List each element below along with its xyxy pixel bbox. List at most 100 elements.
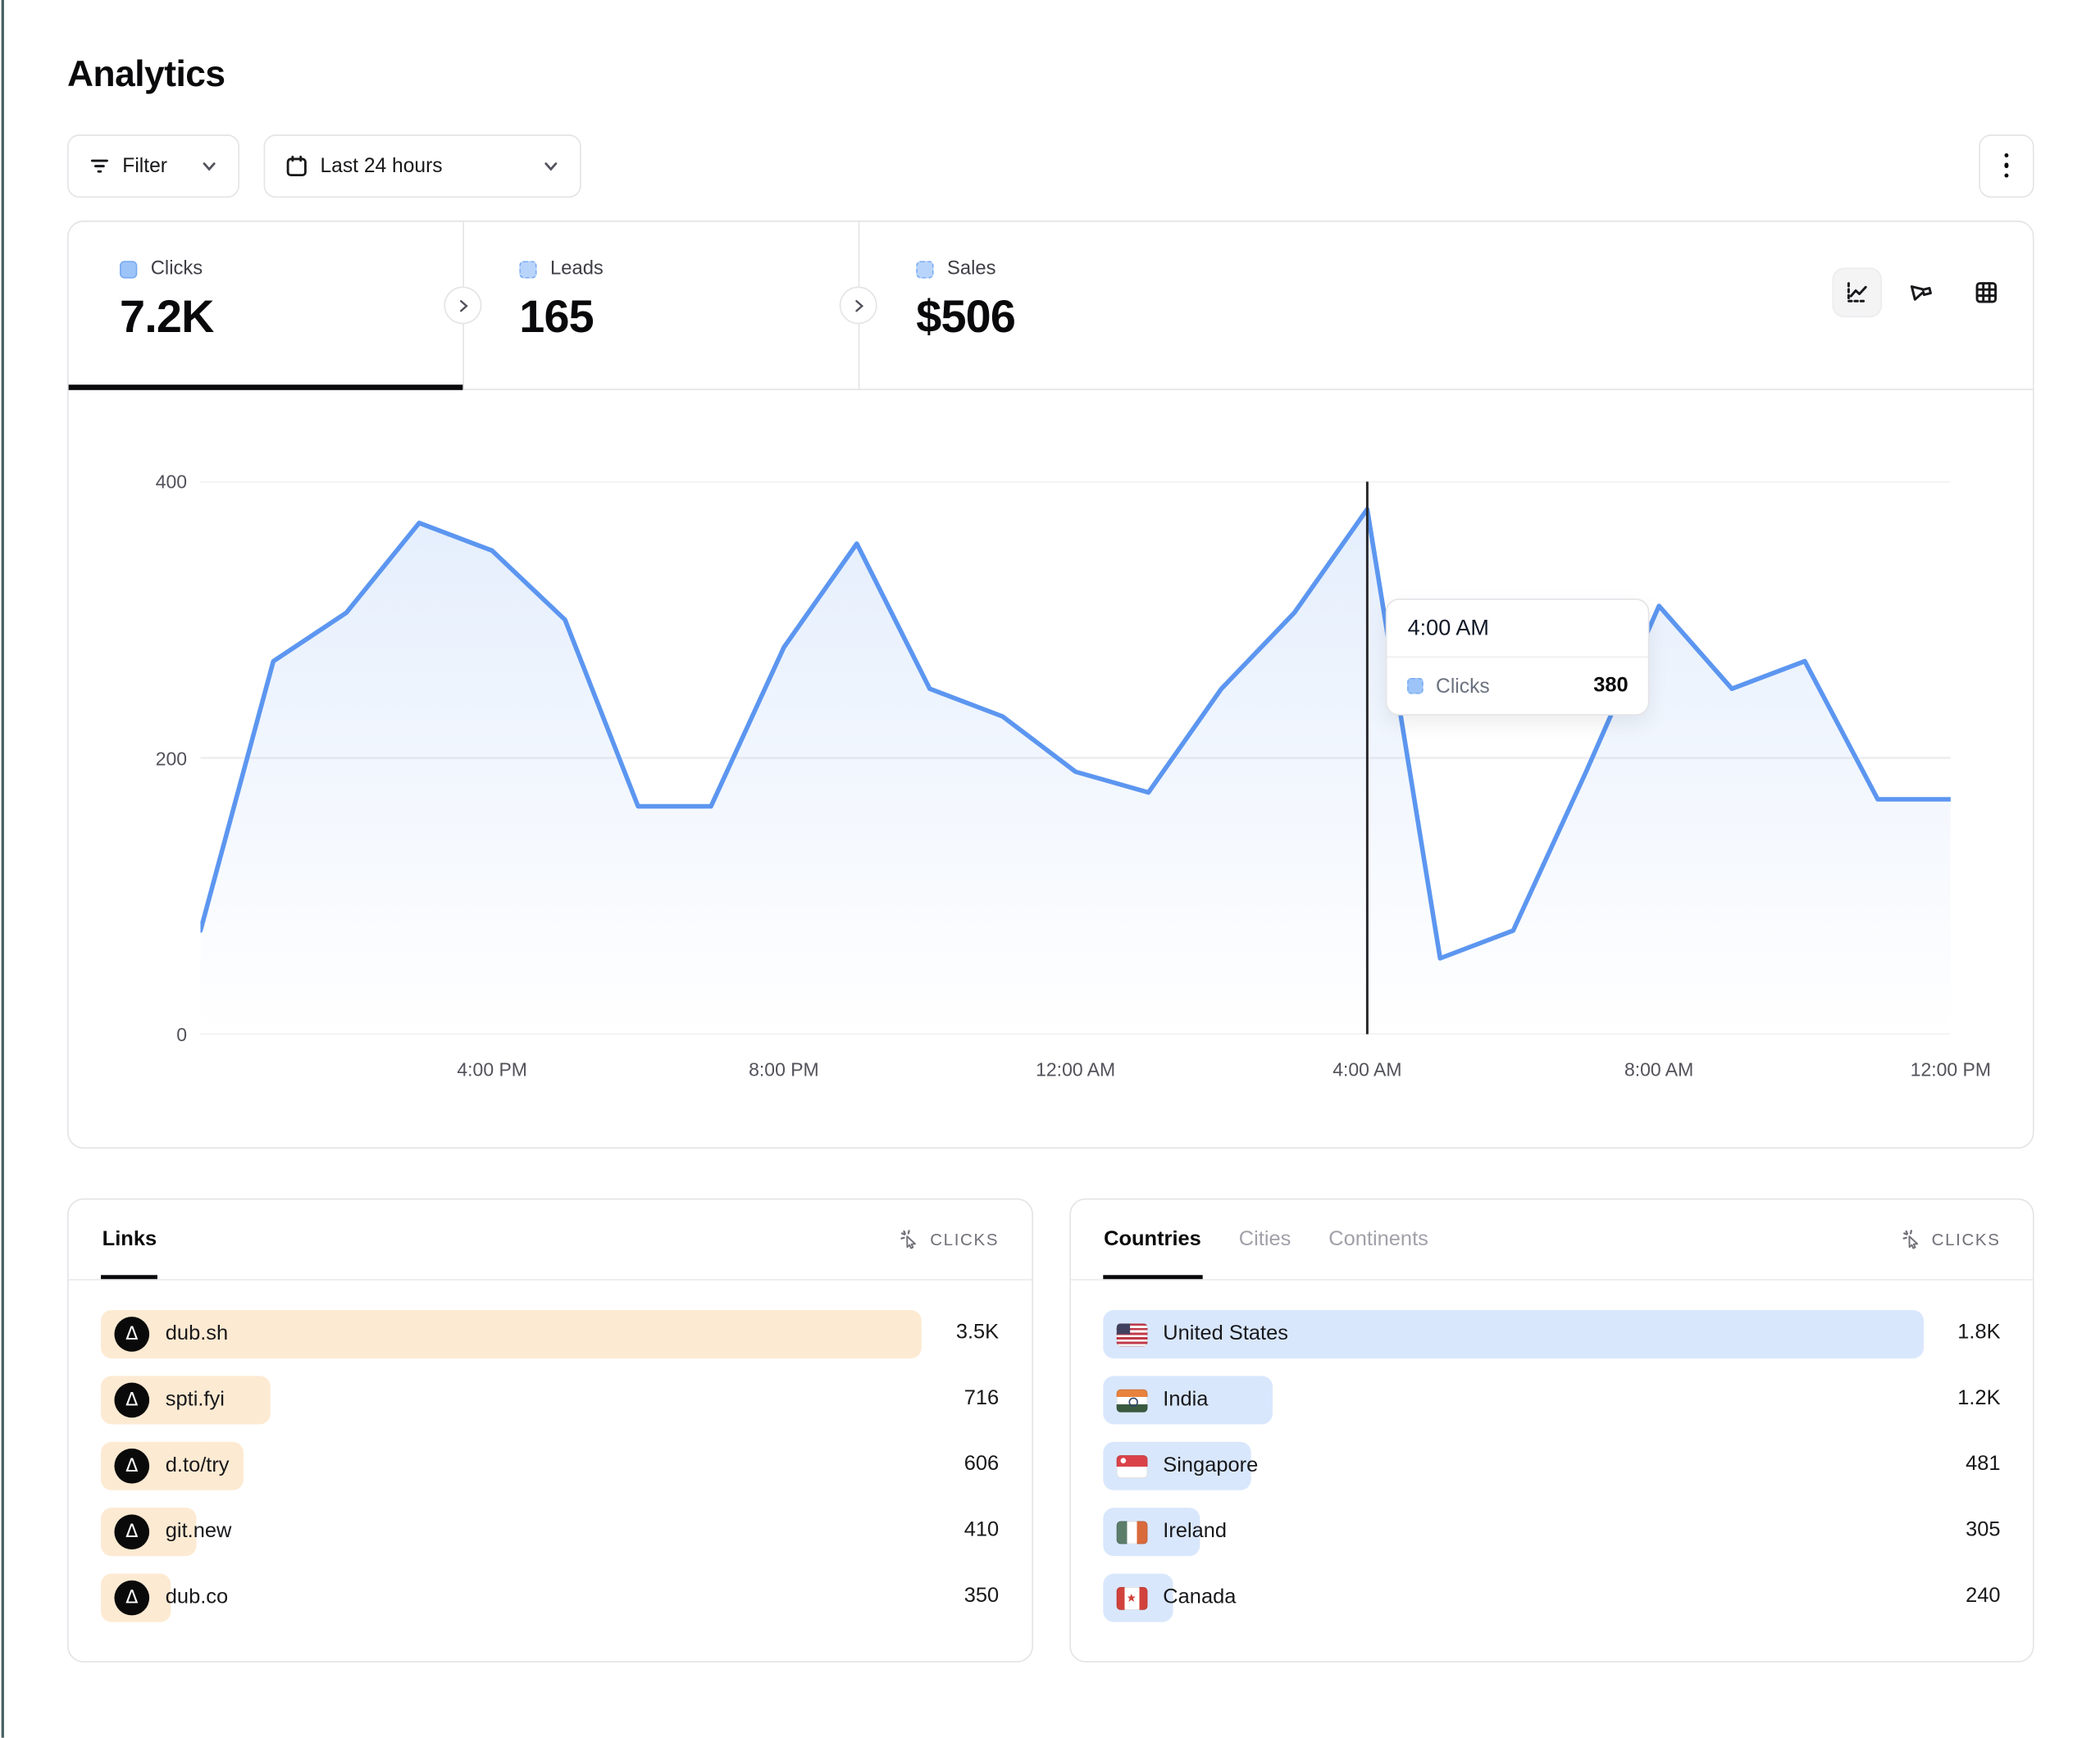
tab-links[interactable]: Links (101, 1199, 158, 1279)
list-item[interactable]: Δ dub.sh 3.5K (101, 1310, 999, 1376)
calendar-icon (285, 154, 308, 177)
tooltip-time: 4:00 AM (1387, 600, 1648, 658)
flag-ie-flag-icon (1116, 1521, 1147, 1544)
links-metric-header[interactable]: CLICKS (900, 1199, 999, 1279)
cursor-click-icon (900, 1230, 921, 1250)
y-axis-label: 400 (133, 471, 187, 492)
list-item[interactable]: Ireland 305 (1102, 1508, 2000, 1573)
stat-value: 165 (519, 292, 858, 344)
dub-logo-icon: Δ (114, 1383, 149, 1418)
analytics-page: Analytics Filter (0, 0, 2100, 1738)
table-view-toggle[interactable] (1961, 267, 2011, 317)
row-bar: Δ d.to/try (101, 1442, 244, 1490)
row-value: 716 (964, 1386, 999, 1411)
tab-continents[interactable]: Continents (1328, 1199, 1430, 1279)
list-item[interactable]: Δ dub.co 350 (101, 1574, 999, 1640)
flag-sg-flag-icon (1116, 1454, 1147, 1477)
x-axis-label: 4:00 AM (1332, 1058, 1401, 1080)
chevron-down-icon (542, 157, 559, 174)
dub-logo-icon: Δ (114, 1317, 149, 1352)
row-bar: Δ dub.sh (101, 1310, 922, 1358)
dub-logo-icon: Δ (114, 1581, 149, 1616)
chevron-down-icon (200, 157, 217, 174)
row-bar: United States (1102, 1310, 1923, 1358)
row-value: 481 (1966, 1453, 2000, 1477)
row-label: Singapore (1163, 1454, 1258, 1478)
x-axis-label: 12:00 PM (1911, 1058, 1991, 1080)
row-label: git.new (166, 1520, 232, 1545)
list-item[interactable]: Δ d.to/try 606 (101, 1442, 999, 1508)
row-label: India (1163, 1388, 1208, 1413)
tooltip-legend-square-icon (1408, 678, 1424, 694)
row-bar: Canada (1102, 1574, 1172, 1622)
date-range-button[interactable]: Last 24 hours (264, 134, 581, 197)
x-axis-label: 8:00 PM (749, 1058, 819, 1080)
row-value: 3.5K (956, 1321, 999, 1345)
stats-tabs: Clicks 7.2K Leads 165 Sales $ (69, 222, 2033, 390)
active-tab-underline (69, 384, 463, 390)
clicks-area-chart[interactable]: 0200400 4:00 PM8:00 PM12:00 AM4:00 AM8:0… (69, 390, 2033, 1149)
line-chart-view-toggle[interactable] (1832, 267, 1882, 317)
tooltip-series-label: Clicks (1436, 675, 1490, 698)
funnel-icon (1909, 280, 1934, 305)
row-bar: Δ spti.fyi (101, 1376, 271, 1424)
list-item[interactable]: Singapore 481 (1102, 1442, 2000, 1508)
list-item[interactable]: Δ git.new 410 (101, 1508, 999, 1573)
list-item[interactable]: Δ spti.fyi 716 (101, 1376, 999, 1441)
funnel-view-toggle[interactable] (1897, 267, 1947, 317)
stat-label: Leads (550, 258, 604, 280)
filter-button-label: Filter (122, 154, 167, 177)
row-value: 305 (1966, 1518, 2000, 1543)
filter-icon (89, 155, 110, 176)
chevron-right-icon (851, 298, 866, 312)
y-axis-label: 0 (133, 1023, 187, 1044)
flag-in-flag-icon (1116, 1389, 1147, 1412)
row-value: 1.8K (1957, 1321, 2000, 1345)
row-value: 606 (964, 1453, 999, 1477)
row-label: dub.sh (166, 1322, 228, 1347)
row-value: 350 (964, 1585, 999, 1609)
flag-ca-flag-icon (1116, 1586, 1147, 1609)
x-axis-label: 8:00 AM (1624, 1058, 1693, 1080)
x-axis-label: 12:00 AM (1036, 1058, 1115, 1080)
countries-card: Countries Cities Continents CLICKS (1068, 1199, 2034, 1663)
row-label: Ireland (1163, 1520, 1227, 1545)
list-item[interactable]: United States 1.8K (1102, 1310, 2000, 1376)
tab-cities[interactable]: Cities (1237, 1199, 1292, 1279)
dub-logo-icon: Δ (114, 1449, 149, 1484)
list-item[interactable]: Canada 240 (1102, 1574, 2000, 1640)
tab-countries[interactable]: Countries (1102, 1199, 1202, 1279)
leads-legend-square-icon (519, 260, 536, 277)
row-bar: Δ dub.co (101, 1574, 171, 1622)
row-label: d.to/try (166, 1454, 230, 1478)
tooltip-value: 380 (1593, 674, 1628, 698)
toolbar: Filter Last 24 hours (67, 133, 2034, 198)
stat-tab-clicks[interactable]: Clicks 7.2K (69, 222, 463, 389)
row-bar: Δ git.new (101, 1508, 196, 1556)
date-range-label: Last 24 hours (320, 154, 442, 177)
row-label: Canada (1163, 1586, 1236, 1610)
row-label: spti.fyi (166, 1388, 225, 1413)
row-bar: Ireland (1102, 1508, 1199, 1556)
analytics-card: Clicks 7.2K Leads 165 Sales $ (67, 221, 2034, 1149)
kebab-icon (2004, 153, 2009, 178)
expand-leads-button[interactable] (444, 286, 481, 324)
list-item[interactable]: India 1.2K (1102, 1376, 2000, 1441)
chart-view-toggles (1832, 267, 2011, 317)
countries-metric-header[interactable]: CLICKS (1902, 1199, 2001, 1279)
stat-tab-leads[interactable]: Leads 165 (462, 222, 858, 389)
row-bar: Singapore (1102, 1442, 1250, 1490)
row-value: 1.2K (1957, 1386, 2000, 1411)
row-label: dub.co (166, 1586, 228, 1610)
expand-sales-button[interactable] (840, 286, 877, 324)
stat-label: Sales (947, 258, 996, 280)
stat-value: 7.2K (120, 292, 462, 344)
filter-button[interactable]: Filter (67, 134, 239, 197)
x-axis-label: 4:00 PM (457, 1058, 527, 1080)
page-title: Analytics (67, 54, 2034, 96)
flag-us-flag-icon (1116, 1323, 1147, 1346)
line-chart-icon (1844, 280, 1870, 305)
more-options-button[interactable] (1979, 134, 2034, 197)
links-card: Links CLICKS Δ dub.sh (67, 1199, 1032, 1663)
stat-tab-sales[interactable]: Sales $506 (859, 222, 1254, 389)
